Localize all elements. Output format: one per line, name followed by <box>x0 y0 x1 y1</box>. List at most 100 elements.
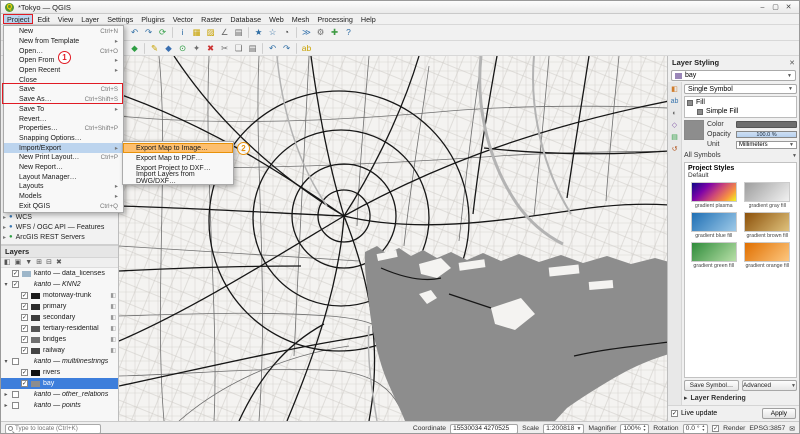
render-checkbox[interactable]: ✓ <box>712 425 720 432</box>
scale-select[interactable]: 1:200818 ▼ <box>543 423 585 433</box>
refresh-map-icon[interactable]: ⟳ <box>156 26 169 39</box>
coordinate-input[interactable] <box>453 425 516 432</box>
separator[interactable] <box>144 42 145 54</box>
layer-rendering-section[interactable]: ▸ Layer Rendering <box>684 393 797 403</box>
layer-style-badge-icon[interactable]: ◧ <box>110 292 116 299</box>
unit-select[interactable]: Millimeters ▼ <box>736 140 797 149</box>
spinner-arrows-icon[interactable]: ▲ ▼ <box>702 424 705 432</box>
menubar-item[interactable]: Mesh <box>288 14 314 24</box>
menubar-item[interactable]: Layer <box>77 14 103 24</box>
separator[interactable] <box>248 27 249 38</box>
gradient-swatch[interactable] <box>744 182 791 202</box>
symbol-type-select[interactable]: Single Symbol ▼ <box>684 84 797 94</box>
vertex-tool-icon[interactable]: ✦ <box>190 42 203 55</box>
layer-visibility-checkbox[interactable]: ✓ <box>21 347 28 354</box>
menu-item[interactable]: Layouts ▸ <box>4 182 123 192</box>
symbol-tree-simple-fill[interactable]: Simple Fill <box>687 107 794 116</box>
gradient-style-item[interactable]: gradient gray fill <box>742 182 794 209</box>
delete-selected-icon[interactable]: ✖ <box>204 42 217 55</box>
save-symbol-button[interactable]: Save Symbol… <box>684 380 739 391</box>
attribute-table-icon[interactable]: ▤ <box>232 26 245 39</box>
crs-indicator[interactable]: EPSG:3857 <box>749 425 785 432</box>
rotation-stepper[interactable]: 0.0 ° ▲ ▼ <box>682 423 709 433</box>
menu-item[interactable]: Import/Export ▸ <box>4 143 123 153</box>
browser-tree-item[interactable]: ▸ ● WCS <box>3 212 116 222</box>
layer-visibility-checkbox[interactable] <box>12 358 19 365</box>
masks-tab-icon[interactable]: ◐ <box>672 110 676 117</box>
locator-search[interactable] <box>5 423 101 433</box>
menubar-item[interactable]: View <box>54 14 77 24</box>
zoom-next-icon[interactable]: ↷ <box>142 26 155 39</box>
maximize-button[interactable]: ▢ <box>769 2 782 13</box>
layer-visibility-checkbox[interactable]: ✓ <box>21 369 28 376</box>
layer-row[interactable]: ✓ kanto — data_licenses <box>1 268 118 279</box>
opacity-slider[interactable]: 100.0 % <box>736 131 797 138</box>
layer-row[interactable]: ✓ motorway-trunk ◧ <box>1 290 118 301</box>
expand-arrow-icon[interactable]: ▸ <box>3 234 6 241</box>
gradient-style-item[interactable]: gradient blue fill <box>688 212 740 239</box>
select-features-icon[interactable]: ▦ <box>190 26 203 39</box>
layer-row[interactable]: ✓ primary ◧ <box>1 301 118 312</box>
magnifier-stepper[interactable]: 100% ▲ ▼ <box>620 423 650 433</box>
save-edits-icon[interactable]: ◆ <box>162 42 175 55</box>
add-feature-icon[interactable]: ⊙ <box>176 42 189 55</box>
remove-layer-icon[interactable]: ✖ <box>56 259 62 266</box>
submenu-item[interactable]: Import Layers from DWG/DXF… <box>123 171 233 185</box>
gradient-style-item[interactable]: gradient orange fill <box>742 242 794 269</box>
menubar-item[interactable]: Plugins <box>137 14 169 24</box>
menubar-item[interactable]: Project <box>3 14 34 24</box>
menu-item[interactable]: New Print Layout… Ctrl+P <box>4 153 123 163</box>
expand-all-icon[interactable]: ⊞ <box>36 259 42 266</box>
gradient-style-item[interactable]: gradient plasma <box>688 182 740 209</box>
layer-visibility-checkbox[interactable]: ✓ <box>21 292 28 299</box>
layer-expand-icon[interactable]: ▾ <box>3 281 9 288</box>
python-console-icon[interactable]: ≫ <box>300 26 313 39</box>
close-button[interactable]: ✕ <box>782 2 795 13</box>
menubar-item[interactable]: Web <box>265 14 288 24</box>
add-group-icon[interactable]: ▣ <box>15 259 22 266</box>
layer-style-badge-icon[interactable]: ◧ <box>110 347 116 354</box>
menu-item[interactable]: Close <box>4 75 123 85</box>
menu-item[interactable]: New Report… <box>4 163 123 173</box>
menu-item[interactable]: Properties… Ctrl+Shift+P <box>4 124 123 134</box>
toggle-editing-icon[interactable]: ✎ <box>148 42 161 55</box>
layer-row[interactable]: ▾ kanto — multilinestrings <box>1 356 118 367</box>
menu-item[interactable]: New Ctrl+N <box>4 27 123 37</box>
layer-row[interactable]: ✓ bay <box>1 378 118 389</box>
temporal-controller-icon[interactable]: ◔ <box>280 26 293 39</box>
browser-tree-item[interactable]: ▸ ● ArcGIS REST Servers <box>3 232 116 242</box>
map-canvas[interactable] <box>119 56 667 421</box>
menubar-item[interactable]: Raster <box>197 14 226 24</box>
new-geopackage-icon[interactable]: ◆ <box>128 42 141 55</box>
gradient-swatch[interactable] <box>690 212 737 232</box>
menu-item[interactable]: Exit QGIS Ctrl+Q <box>4 201 123 211</box>
locator-input[interactable] <box>15 425 98 432</box>
layer-row[interactable]: ✓ bridges ◧ <box>1 334 118 345</box>
menubar-item[interactable]: Settings <box>103 14 137 24</box>
new-bookmark-icon[interactable]: ★ <box>252 26 265 39</box>
minimize-button[interactable]: – <box>756 2 769 13</box>
gradient-style-item[interactable]: gradient green fill <box>688 242 740 269</box>
separator[interactable] <box>296 42 297 54</box>
layer-style-badge-icon[interactable]: ◧ <box>110 336 116 343</box>
color-picker-button[interactable] <box>736 121 797 128</box>
separator[interactable] <box>172 27 173 38</box>
layer-row[interactable]: ✓ railway ◧ <box>1 345 118 356</box>
separator[interactable] <box>296 27 297 38</box>
menu-item[interactable]: Layout Manager… <box>4 172 123 182</box>
layer-visibility-checkbox[interactable]: ✓ <box>12 270 19 277</box>
expand-arrow-icon[interactable]: ▸ <box>3 214 6 221</box>
browser-tree-item[interactable]: ▸ ● WFS / OGC API — Features <box>3 222 116 232</box>
spinner-arrows-icon[interactable]: ▲ ▼ <box>643 424 646 432</box>
layer-row[interactable]: ✓ rivers <box>1 367 118 378</box>
layer-visibility-checkbox[interactable]: ✓ <box>12 281 19 288</box>
diagrams-tab-icon[interactable]: ▤ <box>671 134 678 141</box>
menubar-item[interactable]: Processing <box>313 14 357 24</box>
close-panel-icon[interactable]: ✕ <box>789 59 795 67</box>
layer-row[interactable]: ▸ kanto — other_relations <box>1 389 118 400</box>
menubar-item[interactable]: Help <box>357 14 380 24</box>
layer-style-badge-icon[interactable]: ◧ <box>110 314 116 321</box>
3d-view-tab-icon[interactable]: ◇ <box>672 122 677 129</box>
menubar-item[interactable]: Vector <box>169 14 197 24</box>
styling-layer-select[interactable]: bay ▼ <box>671 70 796 81</box>
